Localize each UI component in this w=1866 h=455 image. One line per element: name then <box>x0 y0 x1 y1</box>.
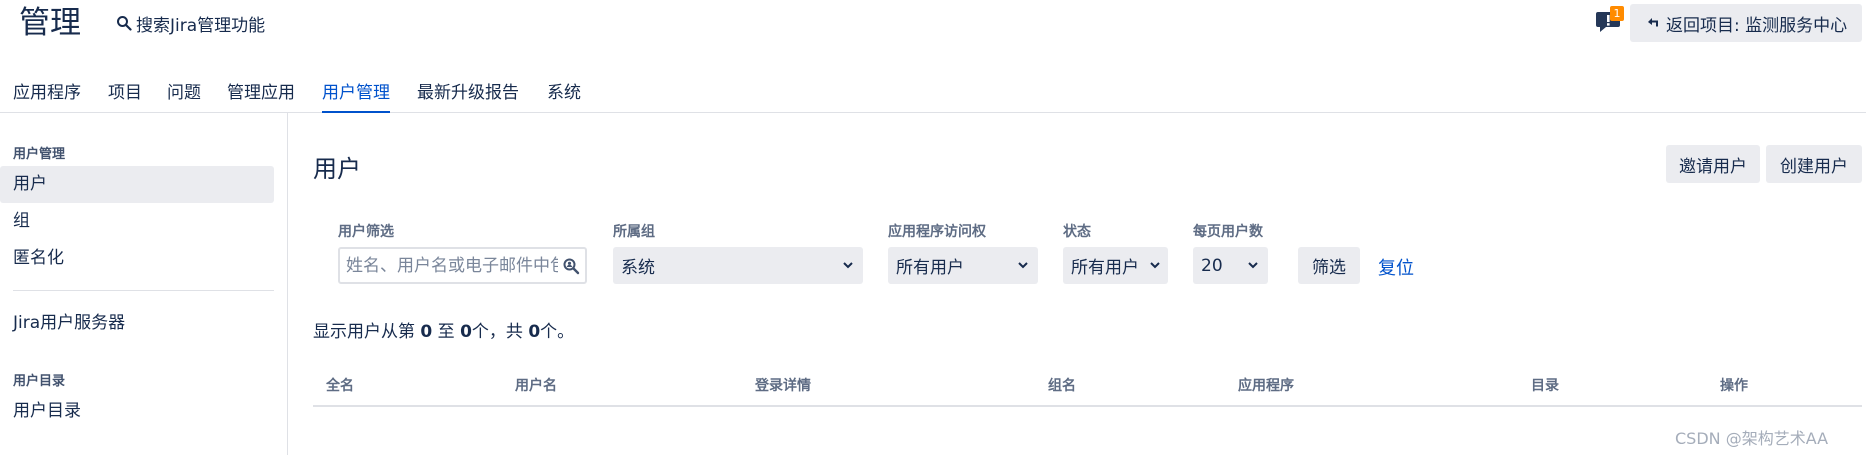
filter-button[interactable]: 筛选 <box>1298 247 1360 284</box>
return-arrow-icon <box>1648 18 1658 27</box>
app-access-select[interactable]: 所有用户 <box>888 247 1038 284</box>
summary-from: 0 <box>420 322 433 342</box>
sidebar: 用户管理 用户 组 匿名化 Jira用户服务器 用户目录 用户目录 <box>0 113 288 455</box>
user-search-icon <box>563 258 580 275</box>
admin-search[interactable]: 搜索Jira管理功能 <box>116 10 265 36</box>
sidebar-item-jira-user-server[interactable]: Jira用户服务器 <box>0 305 274 342</box>
sidebar-heading-user-management: 用户管理 <box>13 147 66 162</box>
tab-user-management[interactable]: 用户管理 <box>322 78 390 113</box>
status-select-value: 所有用户 <box>1071 258 1139 278</box>
column-header-group-name: 组名 <box>1048 378 1076 394</box>
results-summary: 显示用户从第 0 至 0个，共 0个。 <box>313 317 574 342</box>
column-header-applications: 应用程序 <box>1238 378 1294 394</box>
column-header-directory: 目录 <box>1531 378 1559 394</box>
per-page-select[interactable]: 20 <box>1193 247 1268 284</box>
app-access-select-value: 所有用户 <box>896 258 964 278</box>
return-to-project-button[interactable]: 返回项目: 监测服务中心 <box>1630 4 1862 42</box>
users-table-header: 全名 用户名 登录详情 组名 应用程序 目录 操作 <box>313 365 1862 407</box>
invite-user-button[interactable]: 邀请用户 <box>1666 145 1760 183</box>
create-user-button[interactable]: 创建用户 <box>1766 145 1862 183</box>
watermark: CSDN @架构艺术AA <box>1675 429 1829 448</box>
sidebar-item-users[interactable]: 用户 <box>0 166 274 203</box>
column-header-full-name[interactable]: 全名 <box>326 375 354 395</box>
group-select[interactable]: 系统 <box>613 247 863 284</box>
per-page-filter-label: 每页用户数 <box>1193 224 1263 240</box>
tab-manage-apps[interactable]: 管理应用 <box>227 78 295 112</box>
column-header-username[interactable]: 用户名 <box>515 375 557 395</box>
sidebar-item-user-directories[interactable]: 用户目录 <box>0 393 274 430</box>
status-select[interactable]: 所有用户 <box>1063 247 1168 284</box>
page-header-title: 管理 <box>19 5 81 41</box>
per-page-select-value: 20 <box>1201 255 1223 276</box>
page-title: 用户 <box>313 155 361 183</box>
summary-mid: 至 <box>432 322 461 342</box>
sidebar-heading-user-directories: 用户目录 <box>13 374 66 389</box>
feedback-button[interactable]: 1 <box>1594 6 1626 34</box>
summary-prefix: 显示用户从第 <box>313 322 421 342</box>
user-filter-input[interactable] <box>346 255 558 276</box>
column-header-login-details: 登录详情 <box>755 378 811 394</box>
reset-link[interactable]: 复位 <box>1378 254 1414 280</box>
user-filter-field[interactable] <box>338 247 587 284</box>
jira-admin-page: 管理 搜索Jira管理功能 1 返回项目: 监测服务中心 应用程序 项目 问题 … <box>0 0 1866 455</box>
sidebar-divider <box>13 290 274 291</box>
search-icon <box>117 16 132 31</box>
tab-latest-upgrade-report[interactable]: 最新升级报告 <box>417 78 519 112</box>
notification-badge: 1 <box>1610 6 1624 21</box>
status-filter-label: 状态 <box>1063 224 1091 240</box>
group-filter-label: 所属组 <box>613 224 655 240</box>
app-access-filter-label: 应用程序访问权 <box>888 224 986 240</box>
summary-total: 0 <box>528 322 541 342</box>
column-header-actions: 操作 <box>1720 378 1748 394</box>
sidebar-item-anonymize[interactable]: 匿名化 <box>0 240 274 277</box>
tab-issues[interactable]: 问题 <box>167 78 201 112</box>
summary-mid2: 个，共 <box>471 322 529 342</box>
sidebar-item-groups[interactable]: 组 <box>0 203 274 240</box>
admin-search-label: 搜索Jira管理功能 <box>136 15 266 36</box>
admin-top-nav: 应用程序 项目 问题 管理应用 用户管理 最新升级报告 系统 <box>0 76 1866 113</box>
tab-system[interactable]: 系统 <box>547 78 581 112</box>
tab-applications[interactable]: 应用程序 <box>13 78 81 112</box>
chevron-down-icon <box>843 262 853 269</box>
chevron-down-icon <box>1018 262 1028 269</box>
summary-suffix: 个。 <box>540 322 575 342</box>
return-label: 返回项目: 监测服务中心 <box>1666 15 1848 36</box>
user-filter-label: 用户筛选 <box>338 224 394 240</box>
chevron-down-icon <box>1150 262 1160 269</box>
group-select-value: 系统 <box>621 258 655 278</box>
chevron-down-icon <box>1248 262 1258 269</box>
tab-projects[interactable]: 项目 <box>108 78 142 112</box>
summary-to: 0 <box>460 322 472 342</box>
